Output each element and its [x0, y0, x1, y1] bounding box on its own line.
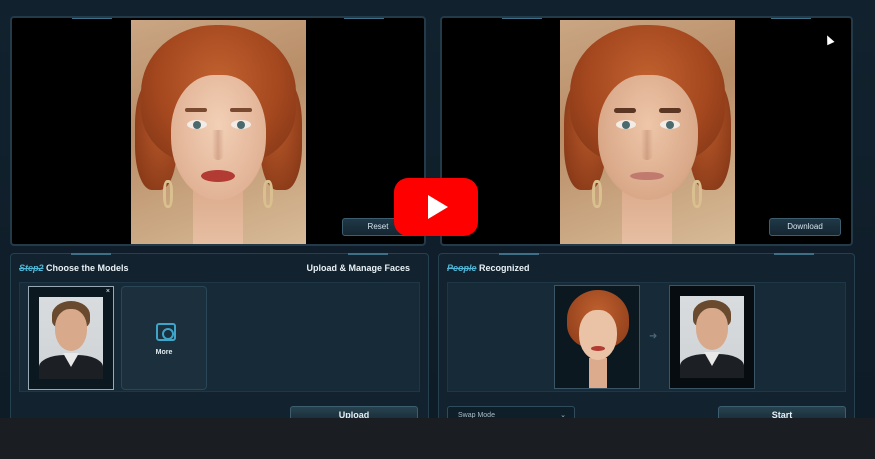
- download-button[interactable]: Download: [769, 218, 841, 236]
- target-face-thumbnail[interactable]: [669, 285, 755, 389]
- step-label: Step2: [19, 263, 44, 273]
- people-recognized-section: People Recognized ➜ Swap Mode ⌄ Start: [438, 253, 855, 424]
- recognized-faces-list: ➜: [447, 282, 846, 392]
- bottom-bar: [0, 418, 875, 459]
- model-card[interactable]: ×: [28, 286, 114, 390]
- models-section-title: Step2 Choose the Models: [19, 263, 129, 273]
- mouse-cursor-icon: [823, 33, 835, 46]
- target-face-image: [680, 296, 744, 378]
- model-thumbnail: [39, 297, 103, 379]
- arrow-right-icon: ➜: [649, 331, 658, 342]
- close-icon[interactable]: ×: [106, 288, 110, 295]
- face-scan-icon: [156, 323, 176, 341]
- choose-models-section: Step2 Choose the Models Upload & Manage …: [10, 253, 429, 424]
- result-image-viewer: Download: [440, 16, 853, 246]
- play-icon[interactable]: [394, 178, 478, 236]
- more-label: More: [155, 349, 173, 356]
- upload-manage-faces-link[interactable]: Upload & Manage Faces: [306, 263, 410, 273]
- detected-face-thumbnail[interactable]: [554, 285, 640, 389]
- people-section-title: People Recognized: [447, 263, 530, 273]
- models-list: × More: [19, 282, 420, 392]
- app-window: Reset Download Step2 Choose the Models U…: [0, 0, 875, 424]
- source-image-viewer: Reset: [10, 16, 426, 246]
- more-models-button[interactable]: More: [121, 286, 207, 390]
- result-portrait: [560, 20, 735, 244]
- people-label: People: [447, 263, 477, 273]
- source-portrait: [131, 20, 306, 244]
